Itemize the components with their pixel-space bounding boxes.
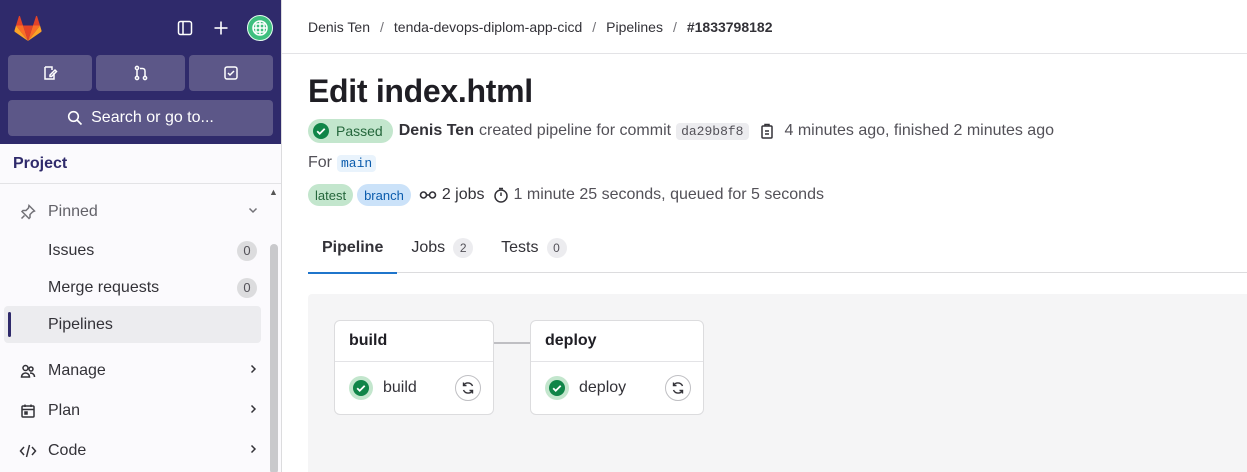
created-text: created pipeline for commit xyxy=(478,122,672,139)
chevron-right-icon xyxy=(247,442,259,460)
retry-icon[interactable] xyxy=(455,375,481,401)
sidebar-item-issues[interactable]: Issues 0 xyxy=(4,232,261,269)
tab-label: Pipeline xyxy=(322,238,384,256)
chevron-right-icon xyxy=(247,402,259,420)
todo-shortcut-button[interactable] xyxy=(188,55,273,91)
toggle-sidebar-icon[interactable] xyxy=(169,12,201,44)
sidebar-item-label: Plan xyxy=(48,402,81,419)
avatar[interactable] xyxy=(247,15,273,41)
tab-label: Tests xyxy=(501,238,539,256)
users-icon xyxy=(18,363,38,379)
sidebar: Search or go to... Project ▲ Pinned Issu… xyxy=(0,0,282,472)
tab-pipeline[interactable]: Pipeline xyxy=(308,222,398,274)
status-label: Passed xyxy=(336,123,383,139)
sidebar-item-manage[interactable]: Manage xyxy=(4,351,261,391)
issues-icon xyxy=(44,66,58,80)
timer-icon xyxy=(493,187,508,203)
scroll-up-arrow-icon[interactable]: ▲ xyxy=(269,188,278,197)
branch-badge[interactable]: branch xyxy=(357,184,411,206)
sidebar-scrollbar[interactable] xyxy=(270,244,278,472)
code-icon xyxy=(18,443,38,459)
gitlab-logo-icon[interactable] xyxy=(10,10,46,46)
pipeline-ref: For main xyxy=(308,154,1247,172)
pinned-label: Pinned xyxy=(48,203,98,220)
retry-icon[interactable] xyxy=(665,375,691,401)
status-success-icon xyxy=(545,376,569,400)
breadcrumb-current[interactable]: #1833798182 xyxy=(687,19,773,35)
tab-tests[interactable]: Tests 0 xyxy=(487,222,580,273)
pipeline-tabs: Pipeline Jobs 2 Tests 0 xyxy=(308,222,1247,274)
pipeline-graph: build build deploy deploy xyxy=(308,294,1247,472)
stage-connector xyxy=(494,342,530,344)
stage-title: deploy xyxy=(531,321,703,362)
job-build[interactable]: build xyxy=(335,362,493,414)
pipeline-icon xyxy=(419,191,437,199)
breadcrumb-separator: / xyxy=(592,18,597,35)
tab-count-badge: 0 xyxy=(546,237,567,258)
sidebar-item-label: Pipelines xyxy=(48,315,113,333)
sidebar-item-merge-requests[interactable]: Merge requests 0 xyxy=(4,269,261,306)
breadcrumb-separator: / xyxy=(672,18,677,35)
breadcrumb-pipelines[interactable]: Pipelines xyxy=(606,19,663,35)
sidebar-item-label: Merge requests xyxy=(48,278,160,296)
merge-requests-shortcut-button[interactable] xyxy=(96,55,185,91)
sidebar-item-label: Manage xyxy=(48,362,106,379)
breadcrumb-separator: / xyxy=(380,18,384,35)
merge-request-icon xyxy=(134,65,147,81)
job-deploy[interactable]: deploy xyxy=(531,362,703,414)
job-label: build xyxy=(383,379,417,396)
latest-badge[interactable]: latest xyxy=(308,184,354,206)
status-success-icon xyxy=(349,376,373,400)
stage-title: build xyxy=(335,321,493,362)
job-label: deploy xyxy=(579,379,627,396)
sidebar-item-label: Code xyxy=(48,442,87,459)
pipeline-header-meta: Passed Denis Ten created pipeline for co… xyxy=(308,119,1247,143)
search-label: Search or go to... xyxy=(91,109,214,126)
sidebar-header: Search or go to... xyxy=(0,0,281,144)
status-success-icon xyxy=(313,123,329,139)
duration-text: 1 minute 25 seconds, queued for 5 second… xyxy=(513,186,824,203)
stage-deploy: deploy deploy xyxy=(530,320,704,415)
sidebar-item-code[interactable]: Code xyxy=(4,431,261,471)
commit-sha[interactable]: da29b8f8 xyxy=(676,122,749,140)
sidebar-item-pipelines[interactable]: Pipelines xyxy=(4,306,261,343)
search-button[interactable]: Search or go to... xyxy=(8,100,273,136)
jobs-text: 2 jobs xyxy=(441,186,485,203)
page-title: Edit index.html xyxy=(308,73,533,109)
breadcrumb: Denis Ten / tenda-devops-diplom-app-cicd… xyxy=(282,0,1247,54)
copy-icon[interactable] xyxy=(759,123,775,139)
pipeline-time-text: 4 minutes ago, finished 2 minutes ago xyxy=(784,122,1055,139)
search-icon xyxy=(68,110,83,126)
tab-label: Jobs xyxy=(411,238,446,256)
breadcrumb-user[interactable]: Denis Ten xyxy=(308,19,370,35)
chevron-down-icon xyxy=(247,203,259,221)
status-badge[interactable]: Passed xyxy=(308,119,393,143)
pin-icon xyxy=(18,204,38,220)
breadcrumb-project[interactable]: tenda-devops-diplom-app-cicd xyxy=(394,19,582,35)
plus-icon[interactable] xyxy=(205,12,237,44)
main-content: Denis Ten / tenda-devops-diplom-app-cicd… xyxy=(282,0,1247,472)
sidebar-item-plan[interactable]: Plan xyxy=(4,391,261,431)
todo-icon xyxy=(224,66,238,80)
for-label: For xyxy=(308,154,332,171)
branch-link[interactable]: main xyxy=(337,154,377,172)
tab-count-badge: 2 xyxy=(453,237,474,258)
sidebar-pinned-toggle[interactable]: Pinned xyxy=(4,192,261,232)
tab-jobs[interactable]: Jobs 2 xyxy=(397,222,487,273)
merge-requests-count-badge: 0 xyxy=(237,277,257,298)
sidebar-section-title: Project xyxy=(0,144,281,184)
issues-shortcut-button[interactable] xyxy=(8,55,93,91)
calendar-icon xyxy=(18,403,38,419)
sidebar-item-label: Issues xyxy=(48,241,95,259)
stage-build: build build xyxy=(334,320,494,415)
issues-count-badge: 0 xyxy=(237,240,257,261)
jobs-count: 2 jobs xyxy=(419,186,485,204)
pipeline-duration: 1 minute 25 seconds, queued for 5 second… xyxy=(493,186,824,204)
pipeline-badges-row: latest branch 2 jobs 1 minute 25 seconds… xyxy=(308,184,1247,206)
pipeline-author[interactable]: Denis Ten xyxy=(399,122,474,140)
chevron-right-icon xyxy=(247,362,259,380)
